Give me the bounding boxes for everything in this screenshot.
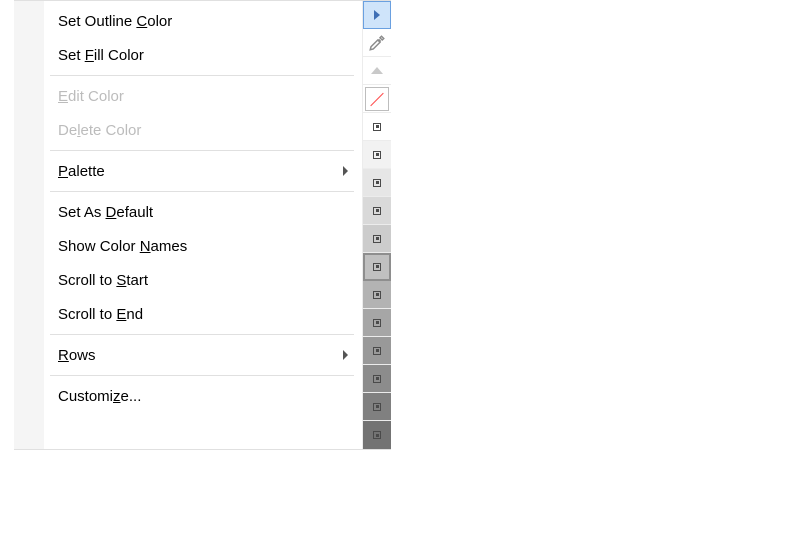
menu-label: Set Outline Color xyxy=(58,13,350,30)
menu-label: Palette xyxy=(58,163,343,180)
menu-label: Scroll to End xyxy=(58,306,350,323)
menu-label: Customize... xyxy=(58,388,350,405)
menu-separator xyxy=(50,191,354,192)
menu-separator xyxy=(50,75,354,76)
menu-body: Set Outline Color Set Fill Color Edit Co… xyxy=(14,1,362,449)
menu-label: Rows xyxy=(58,347,343,364)
swatch-marker-icon xyxy=(373,235,381,243)
palette-swatch-color[interactable] xyxy=(363,141,391,169)
palette-flyout-button[interactable] xyxy=(363,1,391,29)
menu-delete-color: Delete Color xyxy=(44,113,362,147)
menu-label: Set Fill Color xyxy=(58,47,350,64)
menu-separator xyxy=(50,334,354,335)
menu-customize[interactable]: Customize... xyxy=(44,379,362,413)
palette-swatch-color[interactable] xyxy=(363,309,391,337)
menu-palette[interactable]: Palette xyxy=(44,154,362,188)
menu-items: Set Outline Color Set Fill Color Edit Co… xyxy=(44,1,362,449)
menu-label: Delete Color xyxy=(58,122,350,139)
swatch-marker-icon xyxy=(373,151,381,159)
menu-set-fill-color[interactable]: Set Fill Color xyxy=(44,38,362,72)
submenu-arrow-icon xyxy=(343,166,348,176)
submenu-arrow-icon xyxy=(343,350,348,360)
menu-separator xyxy=(50,150,354,151)
menu-edit-color: Edit Color xyxy=(44,79,362,113)
palette-swatch-color[interactable] xyxy=(363,337,391,365)
swatch-marker-icon xyxy=(373,207,381,215)
palette-swatch-color[interactable] xyxy=(363,421,391,449)
color-palette-strip xyxy=(362,1,391,449)
eyedropper-button[interactable] xyxy=(363,29,391,57)
no-color-icon xyxy=(365,87,389,111)
chevron-up-icon xyxy=(371,67,383,74)
palette-swatch-color[interactable] xyxy=(363,197,391,225)
swatch-marker-icon xyxy=(373,347,381,355)
menu-set-as-default[interactable]: Set As Default xyxy=(44,195,362,229)
menu-label: Edit Color xyxy=(58,88,350,105)
menu-label: Scroll to Start xyxy=(58,272,350,289)
swatch-marker-icon xyxy=(373,375,381,383)
swatch-marker-icon xyxy=(373,123,381,131)
palette-swatch-none[interactable] xyxy=(363,85,391,113)
menu-scroll-to-end[interactable]: Scroll to End xyxy=(44,297,362,331)
palette-scroll-up[interactable] xyxy=(363,57,391,85)
palette-swatch-color[interactable] xyxy=(363,225,391,253)
palette-swatch-color[interactable] xyxy=(363,393,391,421)
palette-swatch-color[interactable] xyxy=(363,113,391,141)
menu-rows[interactable]: Rows xyxy=(44,338,362,372)
menu-show-color-names[interactable]: Show Color Names xyxy=(44,229,362,263)
context-menu-with-palette: Set Outline Color Set Fill Color Edit Co… xyxy=(14,0,391,450)
palette-swatch-color[interactable] xyxy=(363,365,391,393)
chevron-right-icon xyxy=(374,10,380,20)
swatch-marker-icon xyxy=(373,263,381,271)
palette-swatch-color[interactable] xyxy=(363,281,391,309)
palette-swatch-color[interactable] xyxy=(363,253,391,281)
eyedropper-icon xyxy=(368,34,386,52)
menu-label: Show Color Names xyxy=(58,238,350,255)
menu-separator xyxy=(50,375,354,376)
swatch-marker-icon xyxy=(373,179,381,187)
menu-gutter xyxy=(14,1,44,449)
swatch-marker-icon xyxy=(373,319,381,327)
swatch-marker-icon xyxy=(373,291,381,299)
palette-swatch-color[interactable] xyxy=(363,169,391,197)
menu-scroll-to-start[interactable]: Scroll to Start xyxy=(44,263,362,297)
swatch-marker-icon xyxy=(373,431,381,439)
menu-label: Set As Default xyxy=(58,204,350,221)
menu-set-outline-color[interactable]: Set Outline Color xyxy=(44,4,362,38)
swatch-marker-icon xyxy=(373,403,381,411)
